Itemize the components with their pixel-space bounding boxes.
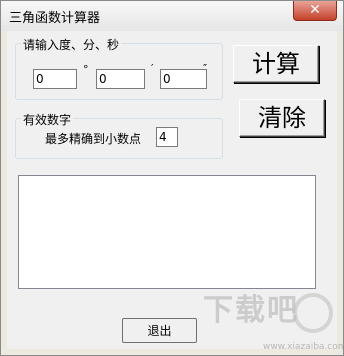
result-output[interactable] <box>18 175 316 289</box>
precision-input[interactable] <box>156 127 178 147</box>
close-icon: ✕ <box>309 2 321 18</box>
close-button[interactable]: ✕ <box>293 1 337 21</box>
watermark-logo-text: 下载吧 <box>203 293 299 328</box>
window-title: 三角函数计算器 <box>9 11 101 26</box>
exit-button[interactable]: 退出 <box>122 318 197 343</box>
degree-symbol: ° <box>83 63 89 76</box>
minute-input[interactable] <box>96 69 145 89</box>
second-input[interactable] <box>160 69 207 89</box>
title-bar[interactable]: 三角函数计算器 ✕ <box>1 1 343 31</box>
clear-button[interactable]: 清除 <box>239 99 325 137</box>
precision-label: 最多精确到小数点 <box>45 132 142 146</box>
angle-input-legend: 请输入度、分、秒 <box>21 36 122 53</box>
degree-input[interactable] <box>33 69 77 89</box>
second-symbol: ″ <box>203 62 208 75</box>
watermark-logo-icon <box>293 293 333 333</box>
minute-symbol: ′ <box>151 62 154 75</box>
watermark-url: www.xiazaiba.com <box>263 342 344 352</box>
app-window: 三角函数计算器 ✕ 请输入度、分、秒 ° ′ ″ 计算 清除 有效数字 最多精确… <box>0 0 344 356</box>
precision-legend: 有效数字 <box>21 111 74 128</box>
calculate-button[interactable]: 计算 <box>233 45 319 83</box>
